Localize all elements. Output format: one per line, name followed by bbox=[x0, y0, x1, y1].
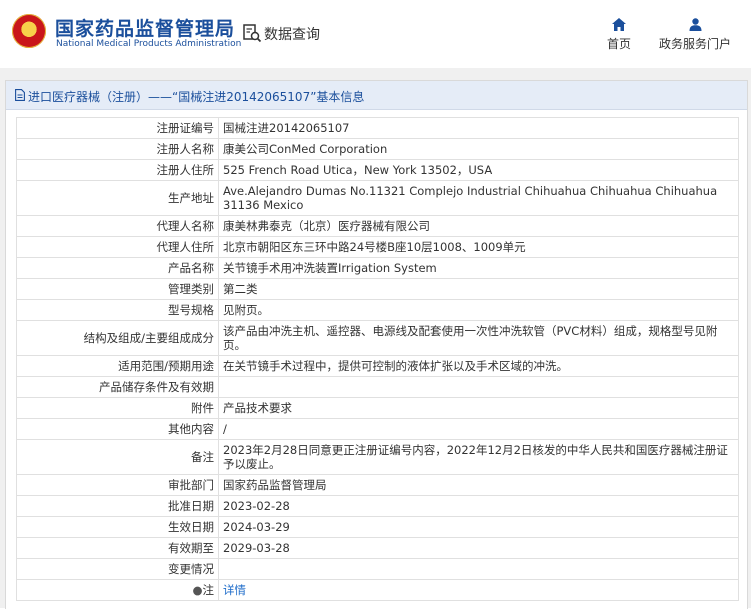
table-row: 适用范围/预期用途 在关节镜手术过程中，提供可控制的液体扩张以及手术区域的冲洗。 bbox=[16, 355, 739, 377]
table-row: 生效日期 2024-03-29 bbox=[16, 516, 739, 538]
document-icon bbox=[15, 89, 25, 101]
row-label: 附件 bbox=[16, 397, 219, 419]
info-panel: 进口医疗器械（注册）——“国械注进20142065107”基本信息 注册证编号国… bbox=[5, 80, 748, 609]
row-value: 2023年2月28日同意更正注册证编号内容，2022年12月2日核发的中华人民共… bbox=[218, 439, 739, 475]
row-label: 其他内容 bbox=[16, 418, 219, 440]
row-value: 国械注进20142065107 bbox=[218, 117, 739, 139]
table-row: 结构及组成/主要组成成分 该产品由冲洗主机、遥控器、电源线及配套使用一次性冲洗软管… bbox=[16, 320, 739, 356]
details-link[interactable]: 详情 bbox=[223, 583, 246, 597]
row-label: 产品储存条件及有效期 bbox=[16, 376, 219, 398]
table-row: 附件 产品技术要求 bbox=[16, 397, 739, 419]
row-value: 525 French Road Utica，New York 13502，USA bbox=[218, 159, 739, 181]
search-document-icon bbox=[243, 24, 262, 43]
table-row: 产品名称 关节镜手术用冲洗装置Irrigation System bbox=[16, 257, 739, 279]
table-row: 其他内容 / bbox=[16, 418, 739, 440]
table-row: 批准日期 2023-02-28 bbox=[16, 495, 739, 517]
row-value: 在关节镜手术过程中，提供可控制的液体扩张以及手术区域的冲洗。 bbox=[218, 355, 739, 377]
note-label: 注 bbox=[202, 583, 215, 597]
table-row: 型号规格 见附页。 bbox=[16, 299, 739, 321]
row-value: 详情 bbox=[218, 579, 739, 601]
row-label: 产品名称 bbox=[16, 257, 219, 279]
row-label: 适用范围/预期用途 bbox=[16, 355, 219, 377]
data-query-label: 数据查询 bbox=[264, 27, 320, 43]
row-label: 注册证编号 bbox=[16, 117, 219, 139]
row-value: Ave.Alejandro Dumas No.11321 Complejo In… bbox=[218, 180, 739, 216]
table-row: 有效期至 2029-03-28 bbox=[16, 537, 739, 559]
row-value: 见附页。 bbox=[218, 299, 739, 321]
row-label: 生产地址 bbox=[16, 180, 219, 216]
table-row: ●注 详情 bbox=[16, 579, 739, 601]
nav-gov-service-portal[interactable]: 政务服务门户 bbox=[655, 18, 735, 52]
row-value: / bbox=[218, 418, 739, 440]
row-label: 备注 bbox=[16, 439, 219, 475]
row-value: 北京市朝阳区东三环中路24号楼B座10层1008、1009单元 bbox=[218, 236, 739, 258]
table-row: 生产地址 Ave.Alejandro Dumas No.11321 Complej… bbox=[16, 180, 739, 216]
national-emblem-icon: ★ bbox=[12, 14, 46, 48]
home-icon bbox=[612, 18, 626, 31]
row-label: 审批部门 bbox=[16, 474, 219, 496]
row-label: 型号规格 bbox=[16, 299, 219, 321]
row-value: 国家药品监督管理局 bbox=[218, 474, 739, 496]
row-value bbox=[218, 558, 739, 580]
nav-home[interactable]: 首页 bbox=[604, 18, 634, 52]
row-value bbox=[218, 376, 739, 398]
registration-info-table: 注册证编号 国械注进20142065107 注册人名称 康美公司ConMed Cor… bbox=[16, 117, 739, 601]
user-icon bbox=[689, 18, 701, 31]
row-value: 康美林弗泰克（北京）医疗器械有限公司 bbox=[218, 215, 739, 237]
row-label: 代理人住所 bbox=[16, 236, 219, 258]
panel-title-bar: 进口医疗器械（注册）——“国械注进20142065107”基本信息 bbox=[6, 81, 747, 110]
row-label: 批准日期 bbox=[16, 495, 219, 517]
pin-icon: ● bbox=[192, 583, 203, 597]
nav-gov-label: 政务服务门户 bbox=[658, 37, 731, 51]
row-value: 康美公司ConMed Corporation bbox=[218, 138, 739, 160]
table-row: 审批部门 国家药品监督管理局 bbox=[16, 474, 739, 496]
site-header: ★ 国家药品监督管理局 National Medical Products Ad… bbox=[0, 0, 751, 68]
org-name-cn: 国家药品监督管理局 bbox=[55, 18, 236, 40]
org-name-en: National Medical Products Administration bbox=[56, 39, 242, 49]
row-label: 代理人名称 bbox=[16, 215, 219, 237]
table-row: 变更情况 bbox=[16, 558, 739, 580]
row-label: 注册人名称 bbox=[16, 138, 219, 160]
row-value: 该产品由冲洗主机、遥控器、电源线及配套使用一次性冲洗软管（PVC材料）组成，规格… bbox=[218, 320, 739, 356]
panel-title: 进口医疗器械（注册）——“国械注进20142065107”基本信息 bbox=[28, 90, 365, 104]
row-value: 关节镜手术用冲洗装置Irrigation System bbox=[218, 257, 739, 279]
table-row: 注册人住所 525 French Road Utica，New York 1350… bbox=[16, 159, 739, 181]
row-label-note: ●注 bbox=[16, 579, 219, 601]
row-value: 2024-03-29 bbox=[218, 516, 739, 538]
row-label: 变更情况 bbox=[16, 558, 219, 580]
row-value: 2023-02-28 bbox=[218, 495, 739, 517]
table-row: 注册人名称 康美公司ConMed Corporation bbox=[16, 138, 739, 160]
table-row: 代理人名称 康美林弗泰克（北京）医疗器械有限公司 bbox=[16, 215, 739, 237]
nav-home-label: 首页 bbox=[606, 37, 631, 51]
table-row: 备注 2023年2月28日同意更正注册证编号内容，2022年12月2日核发的中华人… bbox=[16, 439, 739, 475]
row-value: 2029-03-28 bbox=[218, 537, 739, 559]
table-row: 管理类别 第二类 bbox=[16, 278, 739, 300]
row-value: 第二类 bbox=[218, 278, 739, 300]
row-label: 生效日期 bbox=[16, 516, 219, 538]
table-row: 代理人住所 北京市朝阳区东三环中路24号楼B座10层1008、1009单元 bbox=[16, 236, 739, 258]
table-row: 注册证编号 国械注进20142065107 bbox=[16, 117, 739, 139]
table-row: 产品储存条件及有效期 bbox=[16, 376, 739, 398]
row-label: 有效期至 bbox=[16, 537, 219, 559]
row-label: 管理类别 bbox=[16, 278, 219, 300]
row-label: 结构及组成/主要组成成分 bbox=[16, 320, 219, 356]
row-label: 注册人住所 bbox=[16, 159, 219, 181]
row-value: 产品技术要求 bbox=[218, 397, 739, 419]
